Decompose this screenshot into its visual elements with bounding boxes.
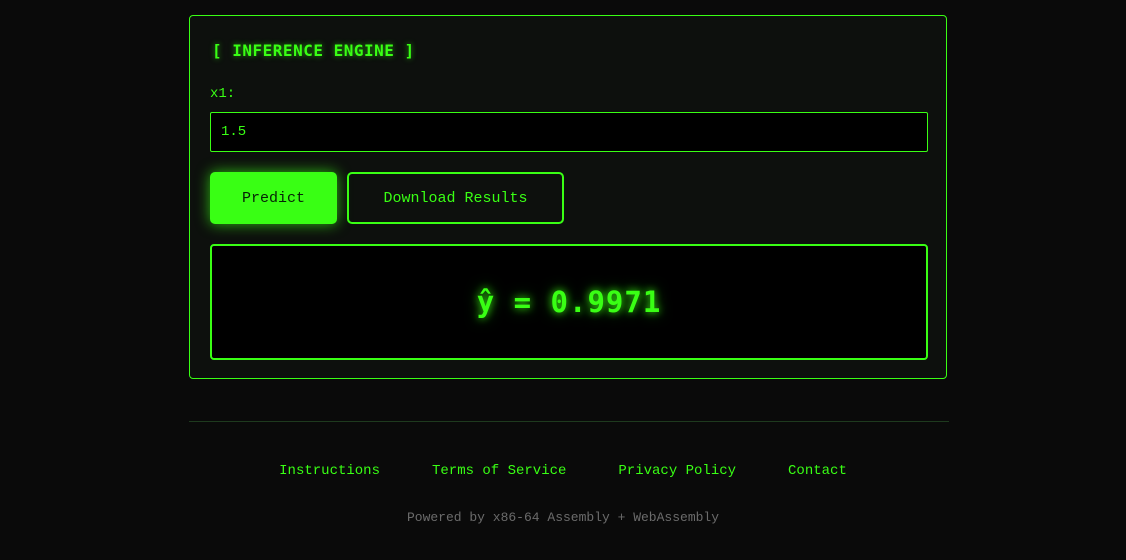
footer-link-instructions[interactable]: Instructions — [279, 463, 380, 479]
footer-nav: Instructions Terms of Service Privacy Po… — [0, 463, 1126, 479]
prediction-value: ŷ = 0.9971 — [476, 285, 662, 319]
powered-by-text: Powered by x86-64 Assembly + WebAssembly — [406, 510, 720, 525]
predict-button[interactable]: Predict — [210, 172, 337, 224]
x1-input[interactable] — [210, 112, 928, 152]
footer-link-privacy[interactable]: Privacy Policy — [618, 463, 736, 479]
panel-title: [ INFERENCE ENGINE ] — [212, 41, 415, 60]
footer-link-contact[interactable]: Contact — [788, 463, 847, 479]
footer-divider — [189, 421, 949, 422]
footer-link-terms[interactable]: Terms of Service — [432, 463, 566, 479]
download-results-button[interactable]: Download Results — [347, 172, 564, 224]
x1-label: x1: — [210, 86, 236, 102]
inference-engine-panel: [ INFERENCE ENGINE ] x1: Predict Downloa… — [189, 15, 947, 379]
prediction-output: ŷ = 0.9971 — [210, 244, 928, 360]
